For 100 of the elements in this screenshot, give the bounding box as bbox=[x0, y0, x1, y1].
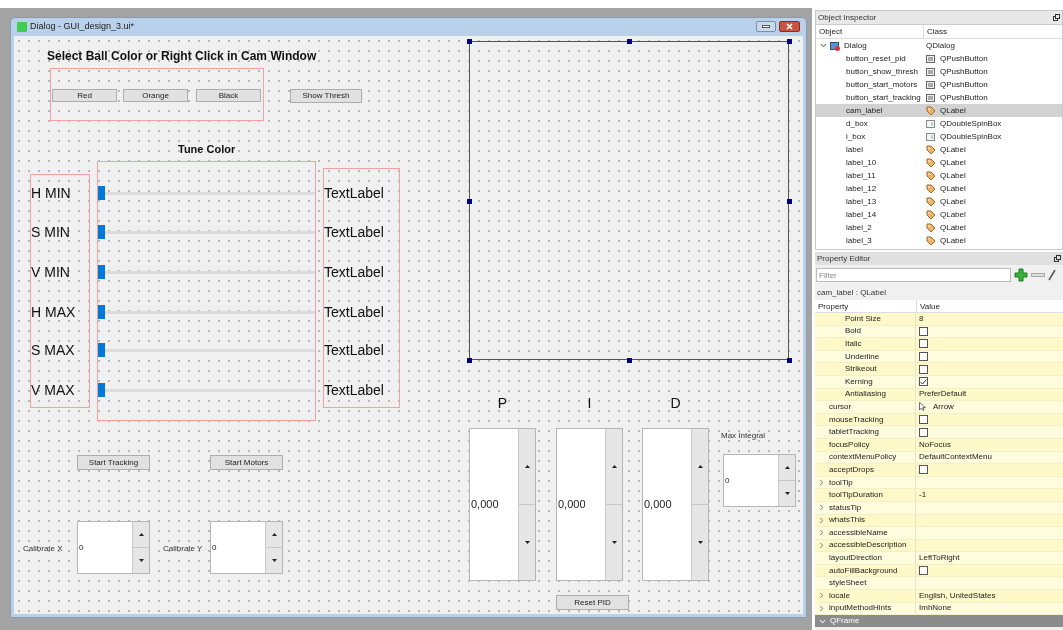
spin-box[interactable]: 0,000 bbox=[469, 428, 536, 581]
checkbox[interactable] bbox=[919, 352, 928, 362]
push-button-icon bbox=[926, 92, 936, 103]
resize-handle[interactable] bbox=[467, 198, 472, 204]
column-header[interactable]: Property bbox=[815, 300, 916, 312]
tree-row[interactable]: label_2 QLabel bbox=[816, 221, 1062, 234]
tree-row[interactable]: d_box QDoubleSpinBox bbox=[816, 117, 1062, 130]
spin-box[interactable]: 0 bbox=[723, 454, 796, 507]
property-name: Bold bbox=[845, 325, 861, 338]
slider-handle[interactable] bbox=[98, 265, 105, 279]
resize-handle[interactable] bbox=[787, 39, 792, 44]
property-name: layoutDirection bbox=[829, 552, 882, 565]
tree-row[interactable]: button_show_thresh QPushButton bbox=[816, 65, 1062, 78]
spin-box[interactable]: 0,000 bbox=[556, 428, 623, 581]
spinbox-value: 0 bbox=[211, 541, 218, 554]
tree-row[interactable]: i_box QDoubleSpinBox bbox=[816, 130, 1062, 143]
property-name: inputMethodHints bbox=[829, 602, 892, 615]
column-header[interactable]: Value bbox=[916, 300, 1063, 312]
class-name: QLabel bbox=[940, 234, 966, 247]
class-name: QPushButton bbox=[940, 91, 988, 104]
property-value: ImhNone bbox=[919, 602, 952, 615]
class-name: QLabel bbox=[940, 221, 966, 234]
dialog-icon bbox=[830, 40, 840, 51]
slider-handle[interactable] bbox=[98, 225, 105, 239]
checkbox[interactable] bbox=[919, 465, 928, 475]
resize-handle[interactable] bbox=[467, 358, 472, 363]
gain-label: P bbox=[496, 395, 509, 411]
close-button[interactable] bbox=[779, 21, 800, 32]
panel-title: Property Editor bbox=[817, 252, 871, 265]
column-header[interactable]: Object bbox=[816, 25, 923, 38]
tree-row[interactable]: label_12 QLabel bbox=[816, 182, 1062, 195]
property-value: PreferDefault bbox=[919, 388, 967, 401]
checkbox[interactable] bbox=[919, 377, 928, 387]
remove-icon bbox=[1031, 272, 1045, 278]
filter-field[interactable]: Filter bbox=[816, 268, 1011, 282]
property-name: tabletTracking bbox=[829, 426, 879, 439]
checkbox[interactable] bbox=[919, 339, 928, 349]
spinbox-value: 0,000 bbox=[557, 497, 587, 513]
minimize-button[interactable] bbox=[756, 21, 776, 32]
gain-label: I bbox=[586, 395, 593, 411]
checkbox[interactable] bbox=[919, 415, 928, 425]
tree-row[interactable]: label QLabel bbox=[816, 143, 1062, 156]
slider-handle[interactable] bbox=[98, 383, 105, 397]
property-name: contextMenuPolicy bbox=[829, 451, 897, 464]
slider-label: V MIN bbox=[31, 263, 70, 281]
tree-row[interactable]: cam_label QLabel bbox=[816, 104, 1062, 117]
property-value: LeftToRight bbox=[919, 552, 960, 565]
reset-pid-button[interactable]: Reset PID bbox=[556, 595, 629, 610]
slider-handle[interactable] bbox=[98, 186, 105, 200]
color-button[interactable]: Black bbox=[196, 89, 261, 102]
object-name: label_13 bbox=[846, 195, 877, 208]
tree-row[interactable]: Dialog QDialog bbox=[816, 39, 1062, 52]
color-button[interactable]: Orange bbox=[123, 89, 188, 102]
checkbox[interactable] bbox=[919, 364, 928, 374]
property-name: Underline bbox=[845, 350, 880, 363]
tag-icon bbox=[926, 183, 936, 194]
class-name: QDialog bbox=[926, 39, 955, 52]
tree-row[interactable]: button_start_tracking QPushButton bbox=[816, 91, 1062, 104]
field-label: Calibrate X bbox=[23, 543, 63, 555]
object-name: button_reset_pid bbox=[846, 52, 906, 65]
spin-box[interactable]: 0 bbox=[210, 521, 283, 574]
push-button-icon bbox=[926, 53, 936, 64]
object-name: Dialog bbox=[844, 39, 867, 52]
column-header[interactable]: Class bbox=[923, 25, 1062, 38]
field-label: Calibrate Y bbox=[163, 543, 203, 555]
resize-handle[interactable] bbox=[627, 39, 632, 44]
class-name: QLabel bbox=[940, 208, 966, 221]
add-icon bbox=[1014, 268, 1028, 282]
checkbox[interactable] bbox=[919, 326, 928, 336]
resize-handle[interactable] bbox=[467, 39, 472, 44]
close-icon bbox=[786, 23, 793, 30]
down-arrow-icon bbox=[611, 541, 617, 544]
resize-handle[interactable] bbox=[787, 198, 792, 204]
slider-handle[interactable] bbox=[98, 343, 105, 357]
slider-handle[interactable] bbox=[98, 305, 105, 319]
spin-box[interactable]: 0 bbox=[77, 521, 150, 574]
property-name: cursor bbox=[829, 400, 852, 413]
push-button-icon bbox=[926, 66, 936, 77]
tree-row[interactable]: label_3 QLabel bbox=[816, 234, 1062, 247]
tree-row[interactable]: label_14 QLabel bbox=[816, 208, 1062, 221]
property-name: styleSheet bbox=[829, 577, 867, 590]
start-tracking-button[interactable]: Start Tracking bbox=[77, 455, 150, 470]
property-value: English, UnitedStates bbox=[919, 589, 996, 602]
checkbox[interactable] bbox=[919, 427, 928, 437]
resize-handle[interactable] bbox=[627, 358, 632, 363]
tree-row[interactable]: button_start_motors QPushButton bbox=[816, 78, 1062, 91]
color-button[interactable]: Red bbox=[52, 89, 117, 102]
value-label: TextLabel bbox=[324, 223, 384, 241]
tree-row[interactable]: button_reset_pid QPushButton bbox=[816, 52, 1062, 65]
value-label: TextLabel bbox=[324, 381, 384, 399]
start-motors-button[interactable]: Start Motors bbox=[210, 455, 283, 470]
tree-row[interactable]: label_10 QLabel bbox=[816, 156, 1062, 169]
checkbox[interactable] bbox=[919, 566, 928, 576]
property-name: Antialiasing bbox=[845, 388, 886, 401]
tree-row[interactable]: label_11 QLabel bbox=[816, 169, 1062, 182]
show-thresh-button[interactable]: Show Thresh bbox=[290, 89, 362, 103]
tree-row[interactable]: label_13 QLabel bbox=[816, 195, 1062, 208]
spin-box[interactable]: 0,000 bbox=[642, 428, 709, 581]
property-name: acceptDrops bbox=[829, 463, 874, 476]
resize-handle[interactable] bbox=[787, 358, 792, 363]
